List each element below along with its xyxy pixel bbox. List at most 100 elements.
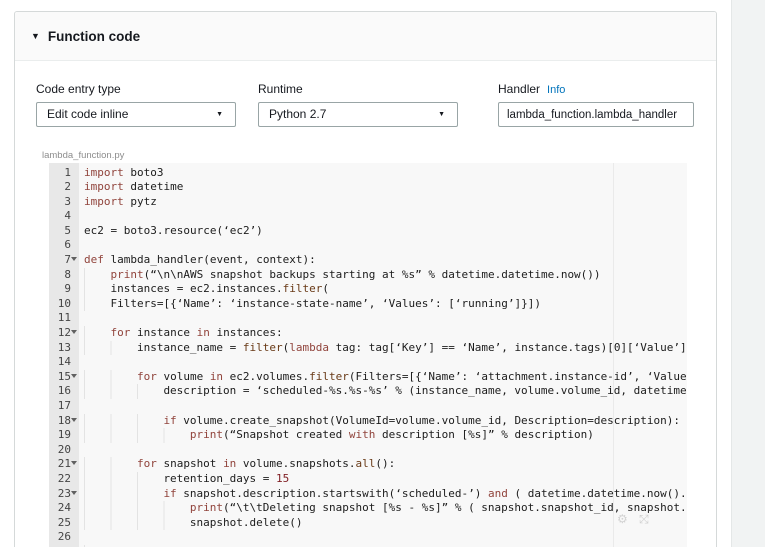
collapse-caret-icon[interactable]: ▼ [31,31,40,41]
code-line: 1 import boto3 [49,166,687,181]
page-scroll-gutter[interactable] [731,0,765,547]
line-number: 10 [57,296,71,310]
code-line-text [79,443,84,458]
indent-guide [84,428,190,443]
code-line-text: for volume in ec2.volumes.filter(Filters… [79,369,687,385]
indent-guide [84,515,190,531]
chevron-down-icon: ▼ [216,111,223,118]
code-line: 26 [49,530,687,545]
editor-expand-icon[interactable]: ⤡ ⤢ [639,513,652,526]
code-line: 2 import datetime [49,180,687,195]
indent-guide [84,296,111,312]
code-line: 12 for instance in instances: [49,326,687,341]
code-line-text [79,209,84,224]
code-line: 24 print(“\t\tDeleting snapshot [%s - %s]… [49,501,687,516]
handler-input[interactable] [498,102,694,127]
line-number: 23 [49,487,79,502]
code-line-text [79,311,84,326]
code-line: 18 if volume.create_snapshot(VolumeId=vol… [49,413,687,429]
code-line-text: print(“\t\tDeleting snapshot [%s - %s]” … [79,501,687,516]
code-line: 20 [49,443,687,458]
indent-guide [84,413,164,429]
code-entry-type-select[interactable]: Edit code inline ▼ [36,102,236,127]
code-editor[interactable]: 1 import boto3 2 import datetime 3 import pyt… [49,163,687,547]
line-number: 12 [49,326,79,341]
code-line-text [79,399,84,414]
panel-title: Function code [47,28,141,44]
code-line-text: for snapshot in volume.snapshots.all(): [79,457,395,472]
code-entry-type-label: Code entry type [36,82,121,96]
code-line: 23 if snapshot.description.startswith(‘sc… [49,486,687,502]
line-number: 9 [64,282,71,296]
indent-guide [84,501,190,516]
line-number: 20 [57,442,71,456]
code-entry-type-value: Edit code inline [47,107,129,121]
line-number: 21 [49,457,79,472]
line-number: 24 [57,501,71,515]
line-number: 2 [64,180,71,194]
runtime-field: Runtime Python 2.7 ▼ [258,82,458,127]
indent-guide [84,340,137,356]
code-line-text: description = ‘scheduled-%s.%s-%s’ % (in… [79,384,687,399]
code-line: 13 instance_name = filter(lambda tag: tag… [49,340,687,356]
function-code-panel: ▼ Function code Code entry type Edit cod… [14,11,717,547]
code-line-text [79,530,84,545]
code-line: 6 [49,238,687,253]
code-line: 16 description = ‘scheduled-%s.%s-%s’ % (… [49,384,687,399]
code-line: 5 ec2 = boto3.resource(‘ec2’) [49,224,687,239]
line-number: 11 [57,311,71,325]
code-line-text: for instance in instances: [79,326,283,341]
code-line-text: print(“Snapshot created with description… [79,428,594,443]
line-number: 25 [57,515,71,529]
editor-filename: lambda_function.py [42,150,125,161]
code-line: 4 [49,209,687,224]
code-editor-lines: 1 import boto3 2 import datetime 3 import pyt… [49,166,687,547]
line-number: 19 [57,428,71,442]
line-number: 3 [64,194,71,208]
code-line-text: ec2 = boto3.resource(‘ec2’) [84,223,263,237]
code-line-text: instances = ec2.instances.filter( [79,282,329,297]
code-line: 11 [49,311,687,326]
lambda-console-page: ▼ Function code Code entry type Edit cod… [0,0,768,547]
indent-guide [84,267,111,283]
indent-guide [84,384,164,399]
code-line-text: instance_name = filter(lambda tag: tag[‘… [79,340,687,356]
fold-toggle-icon[interactable] [71,490,77,495]
code-line: 19 print(“Snapshot created with descripti… [49,428,687,443]
code-line-text: def lambda_handler(event, context): [84,253,316,267]
code-line-text: import datetime [84,180,184,194]
line-number: 13 [57,340,71,354]
runtime-select[interactable]: Python 2.7 ▼ [258,102,458,127]
fold-toggle-icon[interactable] [71,257,77,262]
code-line: 21 for snapshot in volume.snapshots.all()… [49,457,687,472]
code-line-text: print(“\n\nAWS snapshot backups starting… [79,267,601,283]
line-number: 18 [49,414,79,429]
code-line: 3 import pytz [49,195,687,210]
indent-guide [84,471,164,487]
code-line-text [79,355,84,370]
panel-header[interactable]: ▼ Function code [15,12,716,61]
code-line: 8 print(“\n\nAWS snapshot backups startin… [49,267,687,283]
line-number: 22 [57,471,71,485]
fold-toggle-icon[interactable] [71,373,77,378]
handler-label: Handler Info [498,82,566,96]
code-line-text: import boto3 [84,165,164,179]
code-line-text: retention_days = 15 [79,471,289,487]
editor-settings-gear-icon[interactable]: ⚙ [617,513,630,526]
fold-toggle-icon[interactable] [71,417,77,422]
fold-toggle-icon[interactable] [71,461,77,466]
line-number: 7 [49,253,79,268]
line-number: 1 [64,165,71,179]
line-number: 15 [49,370,79,385]
runtime-label: Runtime [258,82,303,96]
line-number: 26 [57,530,71,544]
fold-toggle-icon[interactable] [71,330,77,335]
handler-info-link[interactable]: Info [547,84,565,96]
line-number: 5 [64,223,71,237]
code-line: 17 [49,399,687,414]
code-entry-type-field: Code entry type Edit code inline ▼ [36,82,236,127]
chevron-down-icon: ▼ [438,111,445,118]
code-line-text: if volume.create_snapshot(VolumeId=volum… [79,413,680,429]
code-line: 9 instances = ec2.instances.filter( [49,282,687,297]
line-number: 17 [57,399,71,412]
